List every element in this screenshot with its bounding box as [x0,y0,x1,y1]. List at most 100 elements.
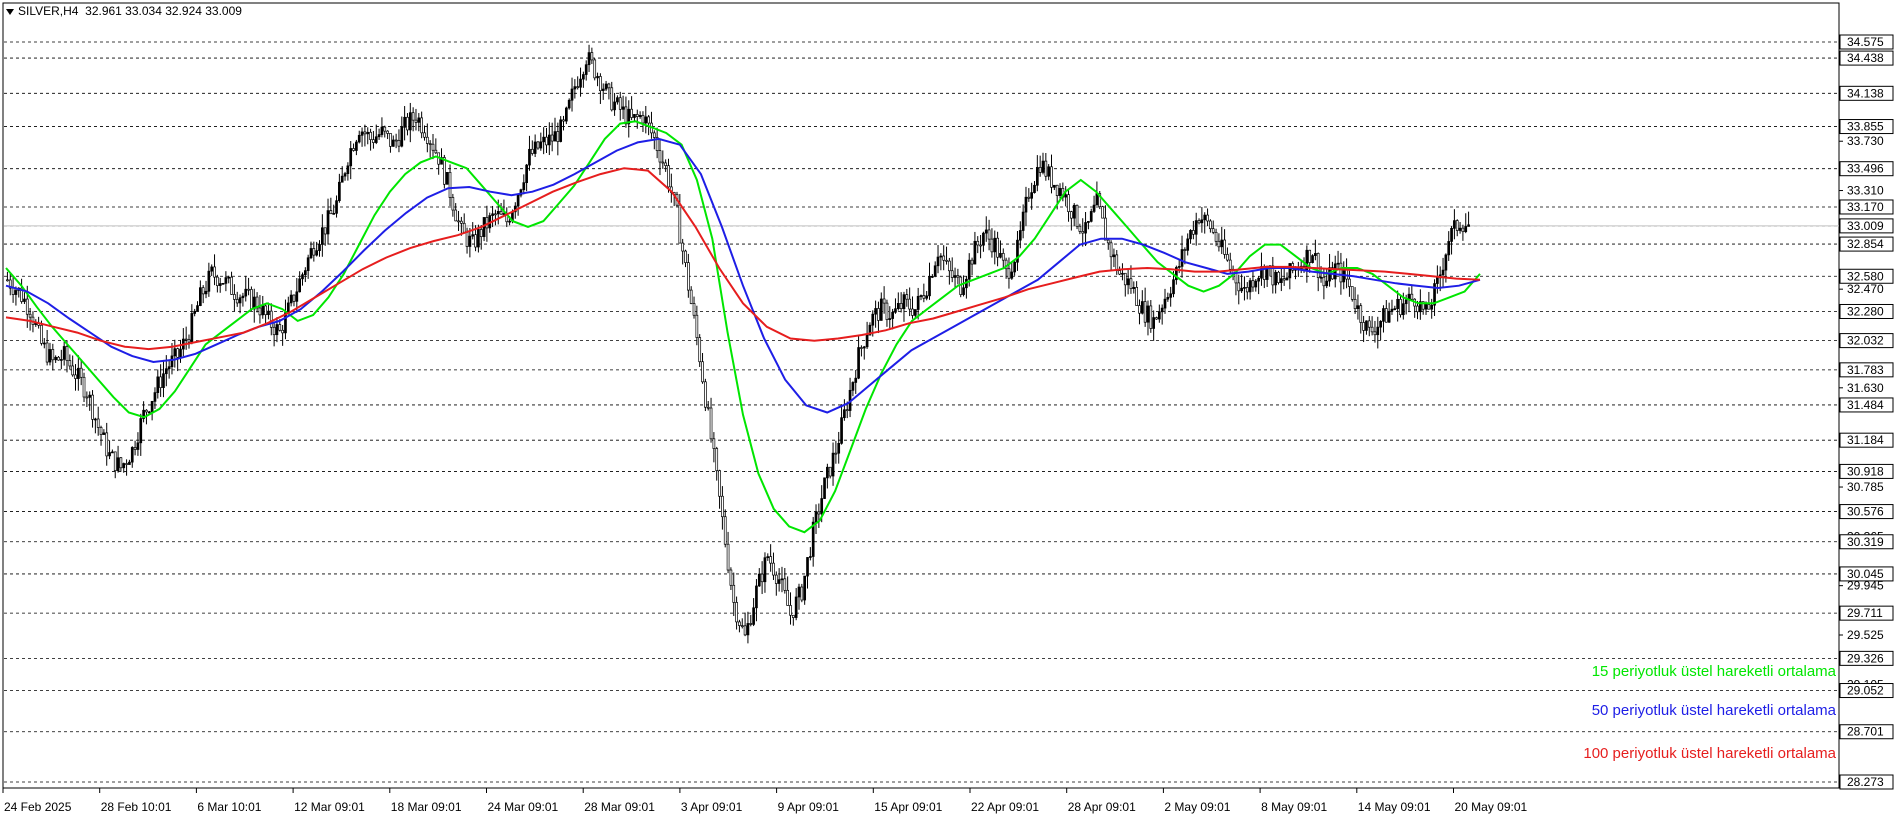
candle-body [477,229,480,248]
candle-body [582,74,585,80]
y-tick-label: 31.484 [1847,398,1884,412]
candle-body [363,131,367,135]
candle-body [760,573,764,583]
candle-body [173,348,177,357]
x-tick-label: 24 Feb 2025 [4,800,72,814]
candle-body [1336,262,1340,265]
candle-body [922,295,926,299]
candle-body [462,222,466,233]
candle-body [684,250,687,263]
candle-body [77,367,80,379]
candle-body [465,231,469,247]
candle-body [1166,296,1170,300]
candle-body [1390,308,1394,312]
candle-body [1095,193,1099,206]
candle-body [516,194,520,207]
candle-body [545,136,548,146]
candle-body [250,289,253,310]
collapse-triangle-icon[interactable] [6,8,14,15]
candle-body [1160,307,1164,313]
price-axis: 34.575 34.438 34.138 33.85533.730 33.496 33.3… [1839,34,1894,790]
candle-body [797,586,801,598]
candle-body [721,495,724,518]
candle-body [244,288,248,297]
candle-body [1401,303,1405,316]
candle-body [1308,249,1312,263]
y-tick-label: 28.701 [1847,725,1884,739]
candle-body [125,463,128,465]
candle-body [865,334,869,348]
candle-body [224,277,228,284]
candle-body [635,114,639,117]
candle-body [1075,204,1079,227]
candle-body [894,308,897,313]
candle-body [584,64,588,75]
candle-body [1152,317,1155,329]
y-tick-label: 32.580 [1847,269,1884,283]
candle-body [74,374,77,379]
candle-body [156,376,160,393]
candle-body [474,234,477,248]
candle-body [579,78,582,88]
candle-body [1089,211,1093,222]
candle-body [1163,298,1167,309]
candle-body [857,347,860,379]
candle-body [508,220,511,223]
candle-body [902,294,906,310]
candle-body [281,329,284,334]
candle-body [1146,305,1150,323]
candle-body [1050,166,1053,188]
candle-body [681,242,685,252]
candle-body [996,237,999,258]
candle-body [638,115,642,117]
candle-body [706,406,710,409]
candle-body [891,311,894,319]
candle-body [973,240,977,265]
candle-body [1251,280,1255,288]
candle-body [1155,317,1158,320]
candle-body [14,290,18,295]
candle-body [590,52,594,61]
candle-body [840,417,843,444]
candle-body [286,302,290,313]
y-tick-label: 32.032 [1847,334,1884,348]
candle-body [491,213,494,216]
candle-body [1214,231,1218,242]
candle-body [547,134,551,146]
candle-body [1316,253,1320,278]
candle-body [610,87,614,111]
y-tick-label: 33.855 [1847,120,1884,134]
y-tick-label: 30.576 [1847,505,1884,519]
candle-body [414,119,418,123]
candle-body [1427,304,1431,310]
candle-body [885,302,889,320]
candle-body [1081,231,1085,234]
candle-body [1353,298,1357,310]
candle-body [448,172,452,198]
y-tick-label: 34.438 [1847,51,1884,65]
chart-container[interactable]: 34.575 34.438 34.138 33.855 33.730 33.496 33.3… [0,0,1896,820]
y-tick-label: 29.945 [1847,579,1884,593]
candle-body [150,400,154,413]
price-chart[interactable]: 34.575 34.438 34.138 33.85533.730 33.496 33.3… [0,0,1896,820]
symbol-label: SILVER,H4 [18,4,79,18]
candle-body [221,283,225,285]
y-tick-label: 31.630 [1847,381,1884,395]
candle-body [380,126,384,135]
candle-body [298,278,301,293]
candle-body [321,227,324,245]
candle-body [1123,272,1127,286]
candle-body [1387,310,1391,323]
candle-body [763,557,767,583]
candle-body [1226,254,1229,261]
y-tick-label: 34.138 [1847,86,1884,100]
candle-body [701,361,704,383]
candle-body [213,266,216,278]
candle-body [1038,167,1042,173]
candle-body [809,556,812,558]
candle-body [230,276,233,295]
candle-body [272,326,276,336]
y-tick-label: 32.854 [1847,237,1884,251]
candle-body [530,148,534,154]
candle-body [587,52,591,66]
